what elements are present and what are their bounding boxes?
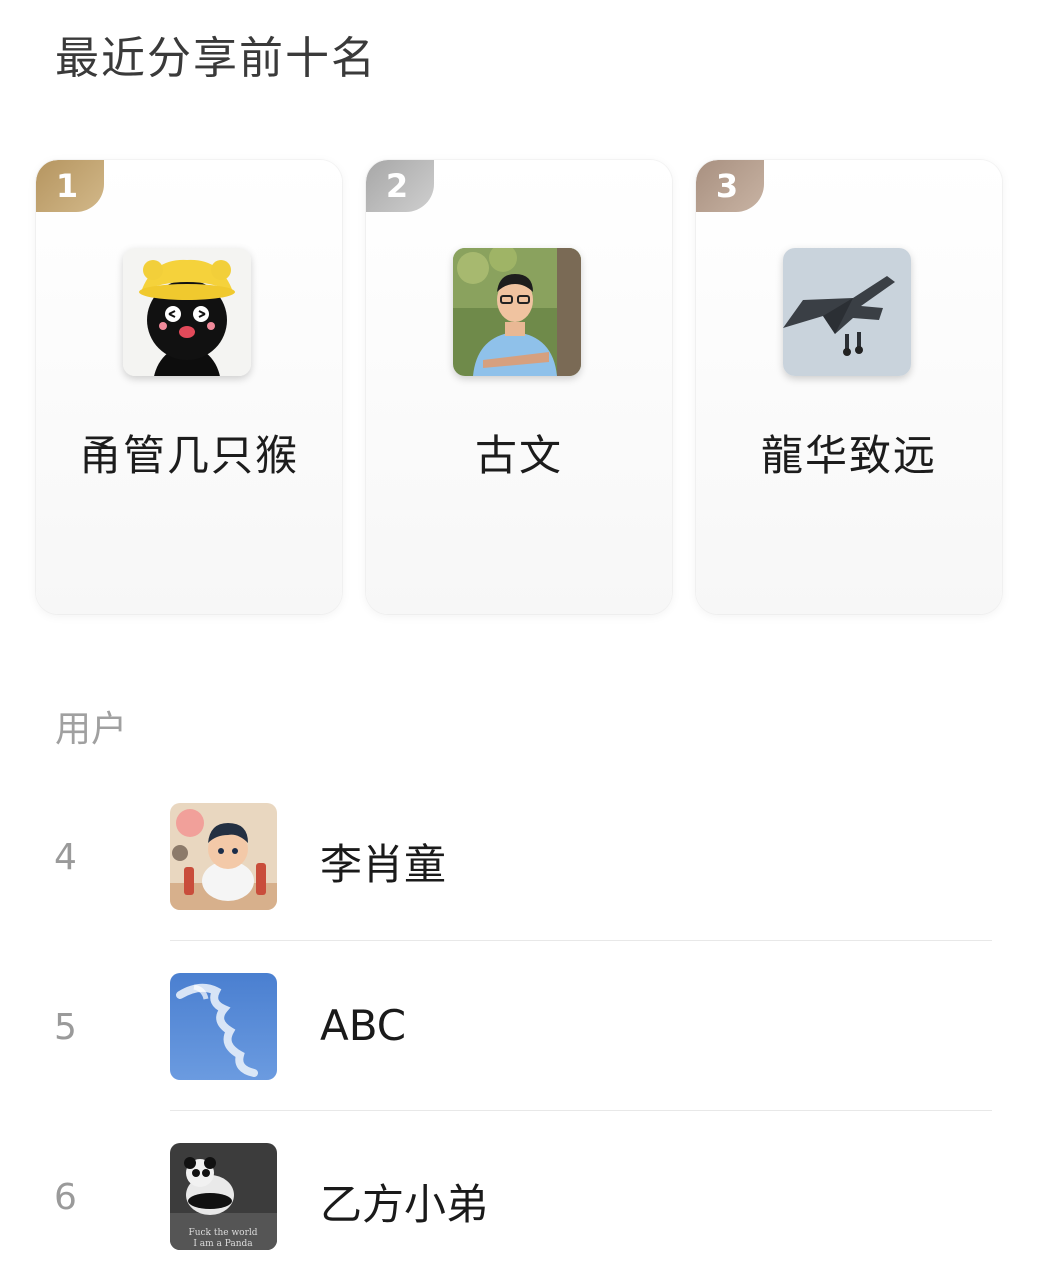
rank-number: 4 xyxy=(54,837,77,878)
avatar[interactable] xyxy=(123,248,251,376)
top-card-3[interactable]: 3 龍华致远 xyxy=(696,160,1002,614)
cartoon-black-cat-avatar-icon xyxy=(123,248,251,376)
cartoon-boy-avatar-icon xyxy=(170,803,277,910)
card-name-2: 古文 xyxy=(474,431,563,480)
section-label: 用户 xyxy=(55,709,128,750)
blue-sky-cloud-avatar-icon xyxy=(170,973,277,1080)
top-card-1[interactable]: 1 甬管几只猴 xyxy=(36,160,342,614)
list-item[interactable]: 6 Fuck the world I am a Panda 乙方小弟 xyxy=(0,1111,1045,1281)
panda-avatar-icon: Fuck the world I am a Panda xyxy=(170,1143,277,1250)
rank-badge-2: 2 xyxy=(366,160,434,212)
rank-number: 6 xyxy=(54,1177,77,1218)
user-name: 乙方小弟 xyxy=(320,1180,489,1229)
list-item[interactable]: 5 ABC xyxy=(0,941,1045,1111)
fighter-jet-avatar-icon xyxy=(783,248,911,376)
man-portrait-avatar-icon xyxy=(453,248,581,376)
avatar-caption: I am a Panda xyxy=(193,1239,253,1249)
card-name-1: 甬管几只猴 xyxy=(78,431,299,480)
avatar[interactable]: Fuck the world I am a Panda xyxy=(170,1143,277,1250)
user-name: 李肖童 xyxy=(320,840,447,889)
rank-badge-3: 3 xyxy=(696,160,764,212)
top-card-2[interactable]: 2 古文 xyxy=(366,160,672,614)
avatar-caption: Fuck the world xyxy=(188,1228,257,1238)
list-item[interactable]: 4 李肖童 xyxy=(0,771,1045,941)
rank-badge-1: 1 xyxy=(36,160,104,212)
card-name-3: 龍华致远 xyxy=(760,431,937,480)
avatar[interactable] xyxy=(453,248,581,376)
page-title: 最近分享前十名 xyxy=(55,33,377,84)
avatar[interactable] xyxy=(170,973,277,1080)
user-name: ABC xyxy=(320,1001,407,1050)
rank-number: 5 xyxy=(54,1007,77,1048)
avatar[interactable] xyxy=(170,803,277,910)
avatar[interactable] xyxy=(783,248,911,376)
